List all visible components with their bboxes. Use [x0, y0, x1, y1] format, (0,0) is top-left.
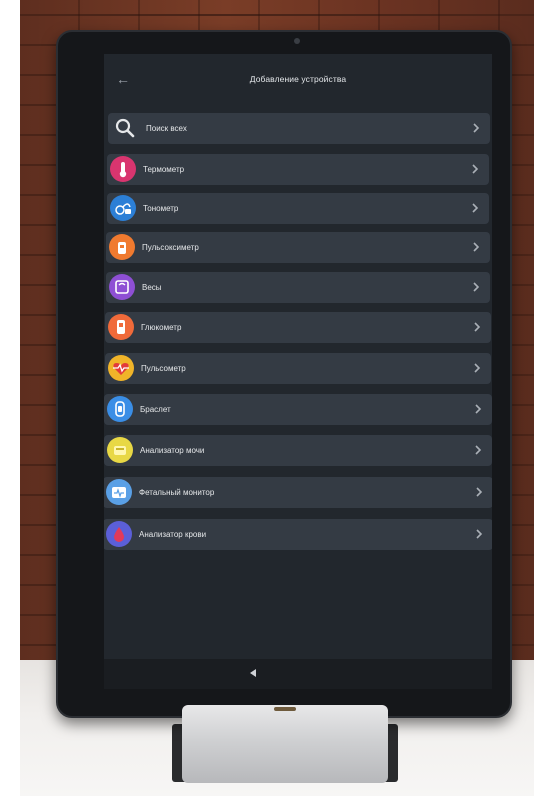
- device-type-label: Термометр: [143, 165, 185, 174]
- device-type-item[interactable]: Браслет: [104, 394, 492, 425]
- glucometer-icon: [108, 314, 134, 340]
- chevron-right-icon: [473, 402, 483, 416]
- chevron-right-icon: [473, 443, 483, 457]
- system-navigation-bar: [104, 659, 492, 689]
- device-type-item[interactable]: Глюкометр: [105, 312, 491, 343]
- device-type-label: Пульсоксиметр: [142, 243, 199, 252]
- blood-pressure-icon: [110, 195, 136, 221]
- tablet-stand: [182, 705, 388, 783]
- device-type-item[interactable]: Пульсометр: [105, 353, 491, 384]
- page-title: Добавление устройства: [249, 74, 347, 84]
- front-camera: [294, 38, 300, 44]
- device-type-label: Анализатор мочи: [140, 446, 205, 455]
- device-type-item[interactable]: Фетальный монитор: [104, 477, 492, 508]
- device-type-label: Весы: [142, 283, 162, 292]
- device-type-label: Глюкометр: [141, 323, 182, 332]
- chevron-right-icon: [470, 201, 480, 215]
- urine-analyzer-icon: [107, 437, 133, 463]
- chevron-right-icon: [472, 320, 482, 334]
- chevron-right-icon: [471, 240, 481, 254]
- stand-connector: [274, 707, 296, 711]
- device-type-item[interactable]: Термометр: [107, 154, 489, 185]
- chevron-right-icon: [472, 361, 482, 375]
- heart-rate-icon: [108, 355, 134, 381]
- device-type-item[interactable]: Тонометр: [107, 193, 489, 224]
- device-type-label: Пульсометр: [141, 364, 186, 373]
- blood-analyzer-icon: [106, 521, 132, 547]
- fetal-monitor-icon: [106, 479, 132, 505]
- device-type-label: Браслет: [140, 405, 171, 414]
- device-type-item[interactable]: Анализатор мочи: [104, 435, 492, 466]
- pulse-oximeter-icon: [109, 234, 135, 260]
- nav-back-triangle-icon[interactable]: [250, 669, 256, 677]
- device-type-item[interactable]: Анализатор крови: [104, 519, 492, 550]
- chevron-right-icon: [471, 280, 481, 294]
- chevron-right-icon: [474, 485, 484, 499]
- thermometer-icon: [110, 156, 136, 182]
- device-type-label: Тонометр: [143, 204, 179, 213]
- tablet-device: ← Добавление устройства Поиск всех Термо…: [56, 30, 512, 718]
- bracelet-icon: [107, 396, 133, 422]
- app-header: ← Добавление устройства: [104, 54, 492, 102]
- search-all-label: Поиск всех: [146, 124, 187, 133]
- device-type-item[interactable]: Весы: [106, 272, 490, 303]
- device-type-item[interactable]: Пульсоксиметр: [106, 232, 490, 263]
- chevron-right-icon: [471, 121, 481, 135]
- search-icon: [113, 116, 137, 140]
- device-type-label: Анализатор крови: [139, 530, 207, 539]
- chevron-right-icon: [474, 527, 484, 541]
- search-all-item[interactable]: Поиск всех: [108, 113, 490, 144]
- chevron-right-icon: [470, 162, 480, 176]
- scale-icon: [109, 274, 135, 300]
- app-screen: ← Добавление устройства Поиск всех Термо…: [104, 54, 492, 689]
- device-type-label: Фетальный монитор: [139, 488, 215, 497]
